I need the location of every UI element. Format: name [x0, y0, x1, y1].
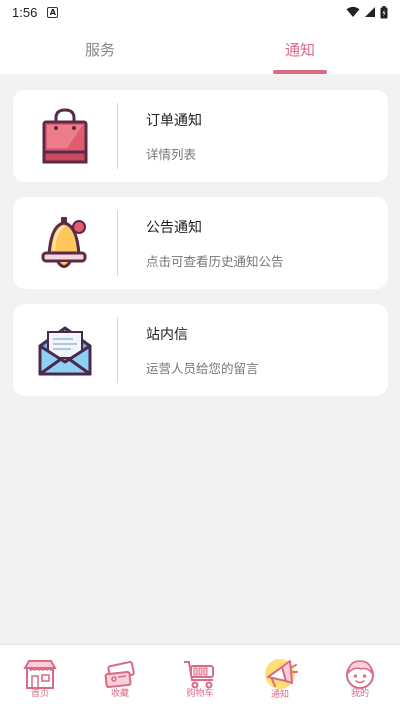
battery-icon	[380, 5, 388, 18]
nav-label: 收藏	[110, 689, 129, 699]
nav-label: 通知	[270, 690, 289, 700]
card-title: 订单通知	[146, 112, 202, 129]
wifi-icon	[346, 6, 360, 17]
card-subtitle: 运营人员给您的留言	[146, 360, 259, 376]
envelope-icon	[38, 326, 92, 376]
bottom-nav: 首页 收藏 购物车 通知 我的	[0, 644, 400, 712]
megaphone-icon	[265, 659, 298, 689]
shopping-bag-icon	[42, 108, 88, 164]
nav-profile[interactable]: 我的	[320, 645, 400, 712]
status-icons	[346, 5, 388, 19]
nav-cart[interactable]: 购物车	[160, 645, 240, 712]
card-subtitle: 详情列表	[146, 146, 197, 162]
nav-label: 购物车	[186, 689, 214, 699]
tab-services[interactable]: 服务	[0, 24, 200, 74]
top-tabs: 服务 通知	[0, 24, 400, 74]
card-subtitle: 点击可查看历史通知公告	[146, 253, 284, 269]
nav-home[interactable]: 首页	[0, 645, 80, 712]
notification-badge-icon: A	[47, 6, 59, 18]
site-message-card[interactable]: 站内信 运营人员给您的留言	[13, 304, 388, 396]
nav-notifications[interactable]: 通知	[240, 645, 320, 712]
card-title: 站内信	[146, 326, 188, 343]
card-title: 公告通知	[146, 219, 202, 236]
order-notification-card[interactable]: 订单通知 详情列表	[13, 90, 388, 182]
status-time: 1:56	[12, 4, 38, 20]
status-bar: 1:56 A	[0, 0, 400, 24]
nav-label: 首页	[30, 689, 49, 699]
nav-favorites[interactable]: 收藏	[80, 645, 160, 712]
bell-icon	[41, 217, 87, 268]
notification-list: 订单通知 详情列表 公告通知 点击可查看历史通知公告 站内信 运营人员给您的留言	[13, 90, 388, 411]
tab-notifications[interactable]: 通知	[200, 24, 400, 74]
signal-icon	[365, 7, 375, 17]
announcement-card[interactable]: 公告通知 点击可查看历史通知公告	[13, 197, 388, 289]
nav-label: 我的	[350, 689, 369, 699]
